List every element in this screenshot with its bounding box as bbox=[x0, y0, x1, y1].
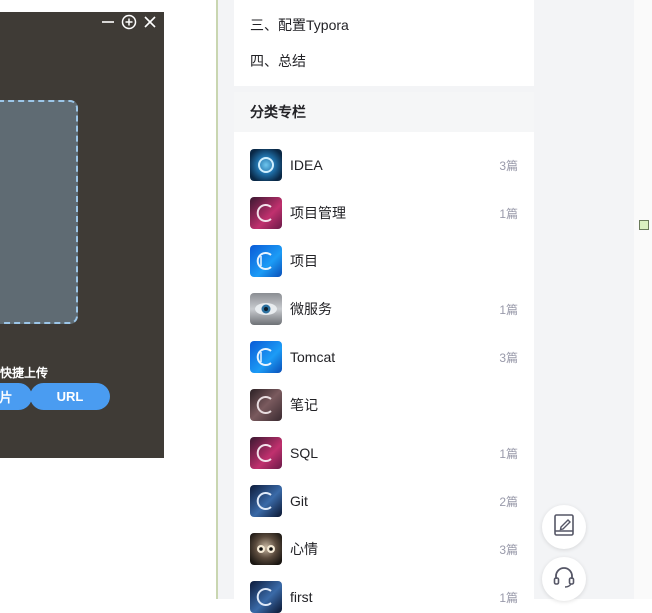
dark-c-thumb-icon bbox=[250, 389, 282, 421]
column-item-notes[interactable]: 笔记 bbox=[250, 389, 518, 421]
column-item-sql[interactable]: SQL 1篇 bbox=[250, 437, 518, 469]
column-item-project[interactable]: 项目 bbox=[250, 245, 518, 277]
drop-zone[interactable] bbox=[0, 100, 78, 324]
night-c-thumb-icon bbox=[250, 581, 282, 613]
blue-c-thumb-icon bbox=[250, 341, 282, 373]
article-count: 1篇 bbox=[499, 302, 518, 317]
column-name: Tomcat bbox=[290, 349, 336, 365]
shortcut-upload-label: 快捷上传 bbox=[0, 366, 49, 380]
idea-thumb-icon bbox=[250, 149, 282, 181]
article-count: 3篇 bbox=[499, 542, 518, 557]
column-name: 项目管理 bbox=[290, 205, 346, 221]
owl-thumb-icon bbox=[250, 533, 282, 565]
upload-widget: 快捷上传 片 URL bbox=[0, 12, 164, 458]
column-name: 微服务 bbox=[290, 301, 332, 317]
picture-upload-button[interactable]: 片 bbox=[0, 383, 32, 410]
article-count: 2篇 bbox=[499, 494, 518, 509]
article-count: 3篇 bbox=[499, 158, 518, 173]
window-controls bbox=[100, 14, 158, 30]
column-name: first bbox=[290, 589, 313, 605]
column-item-mood[interactable]: 心情 3篇 bbox=[250, 533, 518, 565]
eye-thumb-icon bbox=[250, 293, 282, 325]
write-article-button[interactable] bbox=[542, 505, 586, 549]
column-item-tomcat[interactable]: Tomcat 3篇 bbox=[250, 341, 518, 373]
article-count: 1篇 bbox=[499, 206, 518, 221]
toc-card: 三、配置Typora 四、总结 bbox=[234, 0, 534, 86]
column-item-first[interactable]: first 1篇 bbox=[250, 581, 518, 613]
pink-c-thumb-icon bbox=[250, 437, 282, 469]
customer-service-button[interactable] bbox=[542, 557, 586, 601]
column-name: SQL bbox=[290, 445, 319, 461]
column-name: Git bbox=[290, 493, 308, 509]
column-item-idea[interactable]: IDEA 3篇 bbox=[250, 149, 518, 181]
night-c-thumb-icon bbox=[250, 485, 282, 517]
column-header: 分类专栏 bbox=[234, 92, 534, 132]
category-column-card: 分类专栏 IDEA 3篇 项目管理 1篇 项目 微服务 1篇 Tomcat 3篇 bbox=[234, 92, 534, 613]
scrollbar-track[interactable] bbox=[634, 0, 652, 599]
column-name: 项目 bbox=[290, 253, 318, 269]
url-upload-button[interactable]: URL bbox=[30, 383, 110, 410]
edge-marker bbox=[639, 220, 649, 230]
article-count: 1篇 bbox=[499, 446, 518, 461]
column-name: IDEA bbox=[290, 157, 323, 173]
column-item-project-management[interactable]: 项目管理 1篇 bbox=[250, 197, 518, 229]
column-item-git[interactable]: Git 2篇 bbox=[250, 485, 518, 517]
column-name: 心情 bbox=[290, 541, 318, 557]
close-icon[interactable] bbox=[142, 14, 158, 30]
toc-item[interactable]: 四、总结 bbox=[250, 51, 306, 71]
pin-circle-plus-icon[interactable] bbox=[121, 14, 137, 30]
article-count: 3篇 bbox=[499, 350, 518, 365]
column-item-microservice[interactable]: 微服务 1篇 bbox=[250, 293, 518, 325]
headset-icon bbox=[551, 564, 577, 595]
blue-c-thumb-icon bbox=[250, 245, 282, 277]
column-name: 笔记 bbox=[290, 397, 318, 413]
article-count: 1篇 bbox=[499, 590, 518, 605]
toc-item[interactable]: 三、配置Typora bbox=[250, 15, 349, 35]
edit-note-icon bbox=[551, 512, 577, 543]
pink-c-thumb-icon bbox=[250, 197, 282, 229]
minimize-icon[interactable] bbox=[100, 14, 116, 30]
